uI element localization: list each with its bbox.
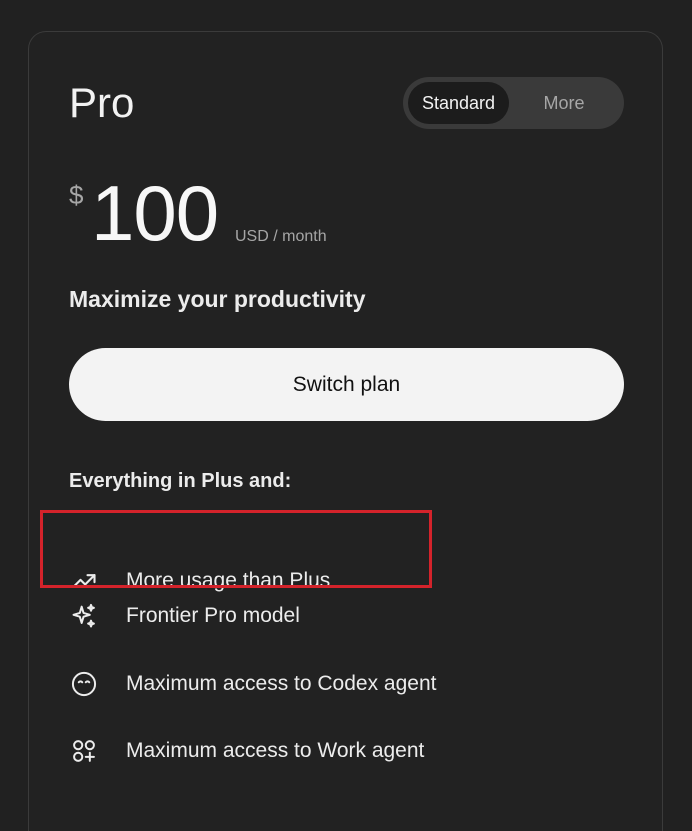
agent-icon [69,736,99,766]
feature-item: Maximum access to Work agent [69,734,424,768]
plan-tagline: Maximize your productivity [69,286,366,312]
toggle-option-standard[interactable]: Standard [408,82,509,124]
plan-title: Pro [69,79,135,126]
codex-icon [69,669,99,699]
price-amount: 100 [91,169,219,257]
feature-label: Maximum access to Work agent [126,739,425,762]
currency-symbol: $ [69,180,84,210]
pricing-card: Pro Standard More $ 100 USD / month Maxi… [28,31,663,831]
price-period: USD / month [235,228,327,245]
feature-label: Maximum access to Codex agent [126,672,437,695]
feature-item: Maximum access to Codex agent [69,667,436,701]
switch-plan-button[interactable]: Switch plan [69,348,624,421]
feature-label: Frontier Pro model [126,604,300,627]
highlight-box [40,510,432,588]
feature-item: Frontier Pro model [69,599,300,633]
sparkles-icon [69,601,99,631]
plan-tier-toggle[interactable]: Standard More [403,77,624,129]
toggle-option-more[interactable]: More [509,82,619,124]
features-heading: Everything in Plus and: [69,470,292,492]
